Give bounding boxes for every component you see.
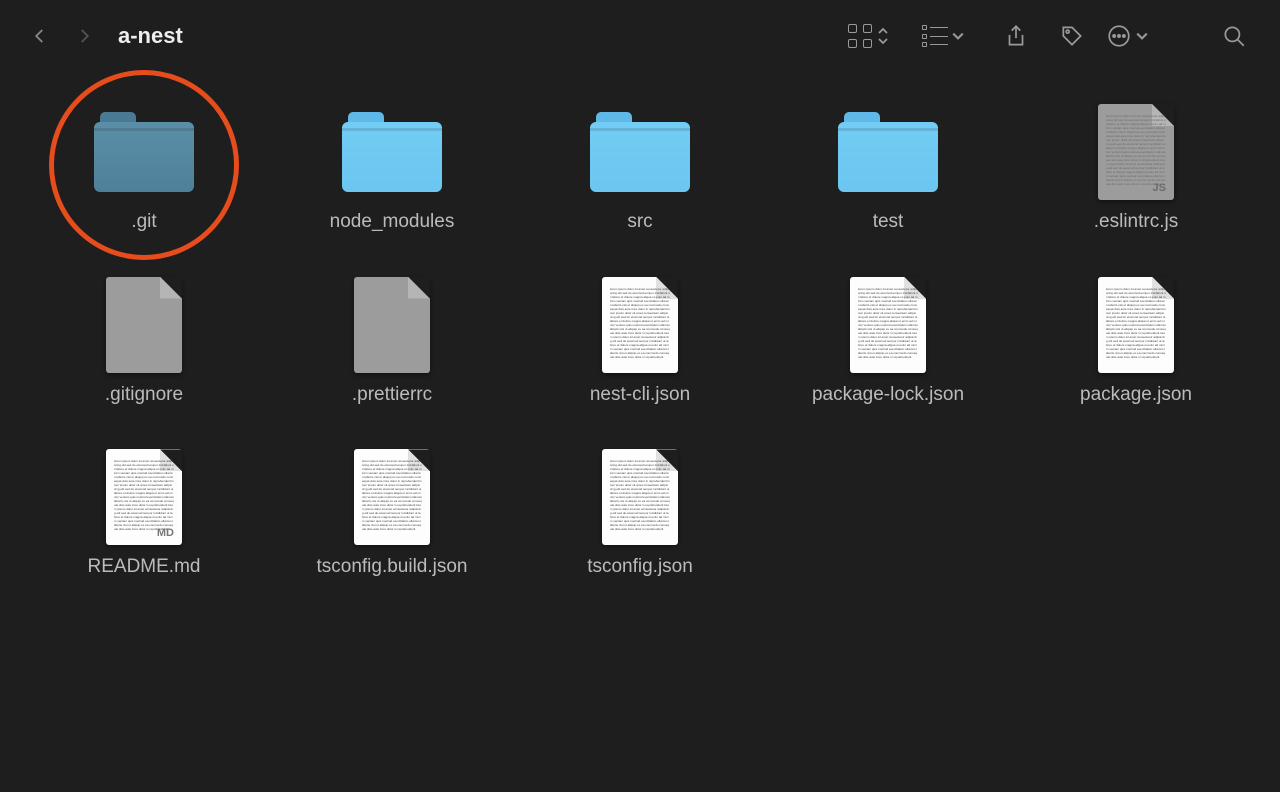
item-label: nest-cli.json xyxy=(590,383,690,408)
item-label: .prettierrc xyxy=(352,383,432,408)
folder-item[interactable]: src xyxy=(530,102,750,235)
item-label: src xyxy=(627,210,652,235)
folder-item[interactable]: node_modules xyxy=(282,102,502,235)
chevron-down-icon xyxy=(1136,30,1148,42)
file-item[interactable]: .prettierrc xyxy=(282,275,502,408)
window-title: a-nest xyxy=(118,23,183,49)
chevron-down-icon xyxy=(952,30,964,42)
back-button[interactable] xyxy=(24,20,56,52)
search-button[interactable] xyxy=(1212,16,1256,56)
file-item[interactable]: lorem ipsum dolor sit amet consectetur a… xyxy=(530,275,750,408)
item-label: tsconfig.json xyxy=(587,555,693,580)
file-item[interactable]: lorem ipsum dolor sit amet consectetur a… xyxy=(530,447,750,580)
folder-item[interactable]: .git xyxy=(34,102,254,235)
file-icon xyxy=(354,277,430,373)
file-icon: lorem ipsum dolor sit amet consectetur a… xyxy=(850,277,926,373)
tags-button[interactable] xyxy=(1050,16,1094,56)
file-icon: lorem ipsum dolor sit amet consectetur a… xyxy=(106,449,182,545)
file-icon: lorem ipsum dolor sit amet consectetur a… xyxy=(1098,277,1174,373)
search-icon xyxy=(1221,23,1247,49)
item-label: .gitignore xyxy=(105,383,183,408)
item-label: .eslintrc.js xyxy=(1094,210,1178,235)
updown-icon xyxy=(878,27,888,45)
item-label: package.json xyxy=(1080,383,1192,408)
folder-icon xyxy=(838,112,938,192)
share-button[interactable] xyxy=(994,16,1038,56)
folder-icon xyxy=(342,112,442,192)
folder-item[interactable]: test xyxy=(778,102,998,235)
file-item[interactable]: lorem ipsum dolor sit amet consectetur a… xyxy=(1026,275,1246,408)
more-icon xyxy=(1106,23,1132,49)
file-item[interactable]: lorem ipsum dolor sit amet consectetur a… xyxy=(34,447,254,580)
forward-button[interactable] xyxy=(68,20,100,52)
grid-view-icon xyxy=(848,24,872,48)
file-grid: .git node_modules src test lorem ipsum dolor… xyxy=(0,72,1280,610)
file-item[interactable]: .gitignore xyxy=(34,275,254,408)
file-item[interactable]: lorem ipsum dolor sit amet consectetur a… xyxy=(778,275,998,408)
file-icon: lorem ipsum dolor sit amet consectetur a… xyxy=(1098,104,1174,200)
share-icon xyxy=(1003,23,1029,49)
list-icon xyxy=(922,25,948,47)
file-item[interactable]: lorem ipsum dolor sit amet consectetur a… xyxy=(282,447,502,580)
item-label: .git xyxy=(131,210,156,235)
actions-button[interactable] xyxy=(1106,23,1148,49)
file-icon: lorem ipsum dolor sit amet consectetur a… xyxy=(602,449,678,545)
folder-icon xyxy=(590,112,690,192)
group-by-button[interactable] xyxy=(922,25,964,47)
file-icon xyxy=(106,277,182,373)
view-as-icons-button[interactable] xyxy=(848,24,888,48)
toolbar: a-nest xyxy=(0,0,1280,72)
item-label: tsconfig.build.json xyxy=(316,555,467,580)
file-item[interactable]: lorem ipsum dolor sit amet consectetur a… xyxy=(1026,102,1246,235)
file-icon: lorem ipsum dolor sit amet consectetur a… xyxy=(354,449,430,545)
folder-icon xyxy=(94,112,194,192)
tag-icon xyxy=(1059,23,1085,49)
file-icon: lorem ipsum dolor sit amet consectetur a… xyxy=(602,277,678,373)
item-label: README.md xyxy=(88,555,201,580)
item-label: node_modules xyxy=(330,210,455,235)
item-label: package-lock.json xyxy=(812,383,964,408)
item-label: test xyxy=(873,210,904,235)
